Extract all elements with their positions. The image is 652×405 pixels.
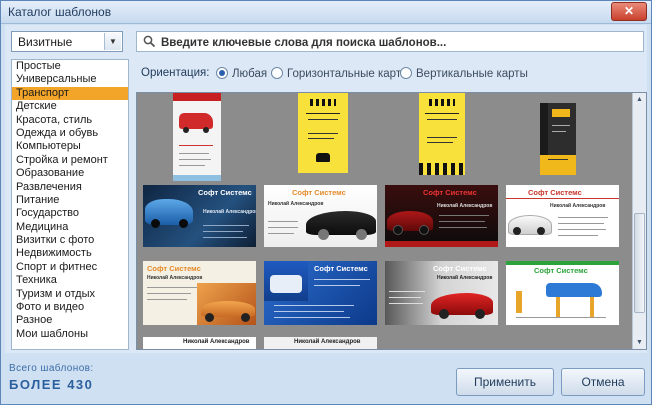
category-item[interactable]: Фото и видео	[12, 301, 128, 314]
orientation-any-radio[interactable]: Любая	[216, 67, 267, 80]
category-item[interactable]: Государство	[12, 207, 128, 220]
orientation-any-label: Любая	[232, 68, 268, 80]
category-type-select[interactable]: Визитные ▼	[11, 31, 123, 52]
card-company: Софт Системс	[292, 188, 346, 197]
template-catalog-window: Каталог шаблонов ✕ Визитные ▼ Простые Уни…	[0, 0, 652, 405]
category-list: Простые Универсальные Транспорт Детские Крас…	[11, 59, 129, 350]
category-item[interactable]: Образование	[12, 167, 128, 180]
orientation-horizontal-radio[interactable]: Горизонтальные карты	[271, 67, 409, 80]
category-item[interactable]: Компьютеры	[12, 140, 128, 153]
card-company: Софт Системс	[433, 264, 487, 273]
card-company: Софт Системс	[528, 188, 582, 197]
scroll-up-icon[interactable]: ▲	[634, 94, 645, 105]
category-item[interactable]: Универсальные	[12, 73, 128, 86]
card-company: Софт Системс	[147, 264, 201, 273]
orientation-label: Ориентация:	[141, 67, 210, 79]
template-card[interactable]: Софт Системс	[506, 261, 619, 325]
template-card[interactable]: Софт Системс Николай Александров	[385, 261, 498, 325]
card-company: Софт Системс	[314, 264, 368, 273]
template-count: Всего шаблонов: БОЛЕЕ 430	[9, 363, 94, 392]
template-card[interactable]: Софт Системс Николай Александров	[143, 261, 256, 325]
category-item[interactable]: Детские	[12, 100, 128, 113]
orientation-vertical-label: Вертикальные карты	[416, 68, 528, 80]
search-box[interactable]	[136, 31, 644, 52]
category-item[interactable]: Развлечения	[12, 181, 128, 194]
template-count-label: Всего шаблонов:	[9, 363, 94, 374]
close-icon: ✕	[623, 4, 635, 18]
category-item[interactable]: Визитки с фото	[12, 234, 128, 247]
card-person: Николай Александров	[437, 275, 493, 281]
template-card[interactable]: Софт Системс Николай Александров	[385, 185, 498, 247]
title-bar: Каталог шаблонов ✕	[1, 1, 651, 24]
card-company: Софт Системс	[198, 188, 252, 197]
template-card[interactable]	[540, 103, 576, 175]
template-card[interactable]	[419, 93, 465, 175]
template-card[interactable]: Николай Александров	[143, 337, 256, 349]
template-card[interactable]: Софт Системс Николай Александров	[264, 185, 377, 247]
card-person: Николай Александров	[550, 203, 606, 209]
radio-indicator	[271, 67, 283, 79]
chevron-down-icon[interactable]: ▼	[104, 33, 121, 50]
category-item[interactable]: Транспорт	[12, 86, 128, 101]
close-button[interactable]: ✕	[611, 2, 647, 21]
category-item[interactable]: Недвижимость	[12, 247, 128, 260]
template-card[interactable]: Софт Системс	[264, 261, 377, 325]
template-card[interactable]	[298, 93, 348, 173]
category-item[interactable]: Медицина	[12, 221, 128, 234]
gallery-scrollbar[interactable]: ▲ ▼	[632, 93, 646, 349]
search-icon	[143, 35, 156, 48]
template-card[interactable]: Софт Системс Николай Александров	[143, 185, 256, 247]
window-title: Каталог шаблонов	[8, 5, 112, 19]
main-area: Визитные ▼ Простые Универсальные Транспорт…	[5, 25, 647, 353]
scroll-down-icon[interactable]: ▼	[634, 337, 645, 348]
category-item[interactable]: Техника	[12, 274, 128, 287]
category-item[interactable]: Красота, стиль	[12, 114, 128, 127]
category-item[interactable]: Питание	[12, 194, 128, 207]
card-person: Николай Александров	[147, 275, 203, 281]
category-item[interactable]: Простые	[12, 60, 128, 73]
template-card[interactable]: Софт Системс Николай Александров	[506, 185, 619, 247]
category-item[interactable]: Разное	[12, 314, 128, 327]
category-type-value: Визитные	[18, 35, 73, 49]
template-gallery: Софт Системс Николай Александров Софт Си…	[136, 92, 647, 350]
search-input[interactable]	[159, 33, 633, 52]
orientation-vertical-radio[interactable]: Вертикальные карты	[400, 67, 528, 80]
category-item[interactable]: Мои шаблоны	[12, 328, 128, 341]
radio-indicator	[400, 67, 412, 79]
card-company: Софт Системс	[534, 266, 588, 275]
template-card[interactable]	[173, 93, 221, 181]
category-item[interactable]: Спорт и фитнес	[12, 261, 128, 274]
card-person: Николай Александров	[437, 203, 493, 209]
card-person: Николай Александров	[268, 201, 324, 207]
card-person: Николай Александров	[183, 339, 250, 345]
card-person: Николай Александров	[294, 339, 361, 345]
apply-button[interactable]: Применить	[456, 368, 554, 396]
template-card[interactable]: Николай Александров	[264, 337, 377, 349]
category-item[interactable]: Одежда и обувь	[12, 127, 128, 140]
radio-indicator	[216, 67, 228, 79]
card-company: Софт Системс	[423, 188, 477, 197]
card-person: Николай Александров	[203, 209, 256, 215]
template-count-value: БОЛЕЕ 430	[9, 377, 94, 392]
category-item[interactable]: Туризм и отдых	[12, 288, 128, 301]
orientation-horizontal-label: Горизонтальные карты	[287, 68, 410, 80]
category-item[interactable]: Стройка и ремонт	[12, 154, 128, 167]
cancel-button[interactable]: Отмена	[561, 368, 645, 396]
scrollbar-thumb[interactable]	[634, 213, 645, 313]
